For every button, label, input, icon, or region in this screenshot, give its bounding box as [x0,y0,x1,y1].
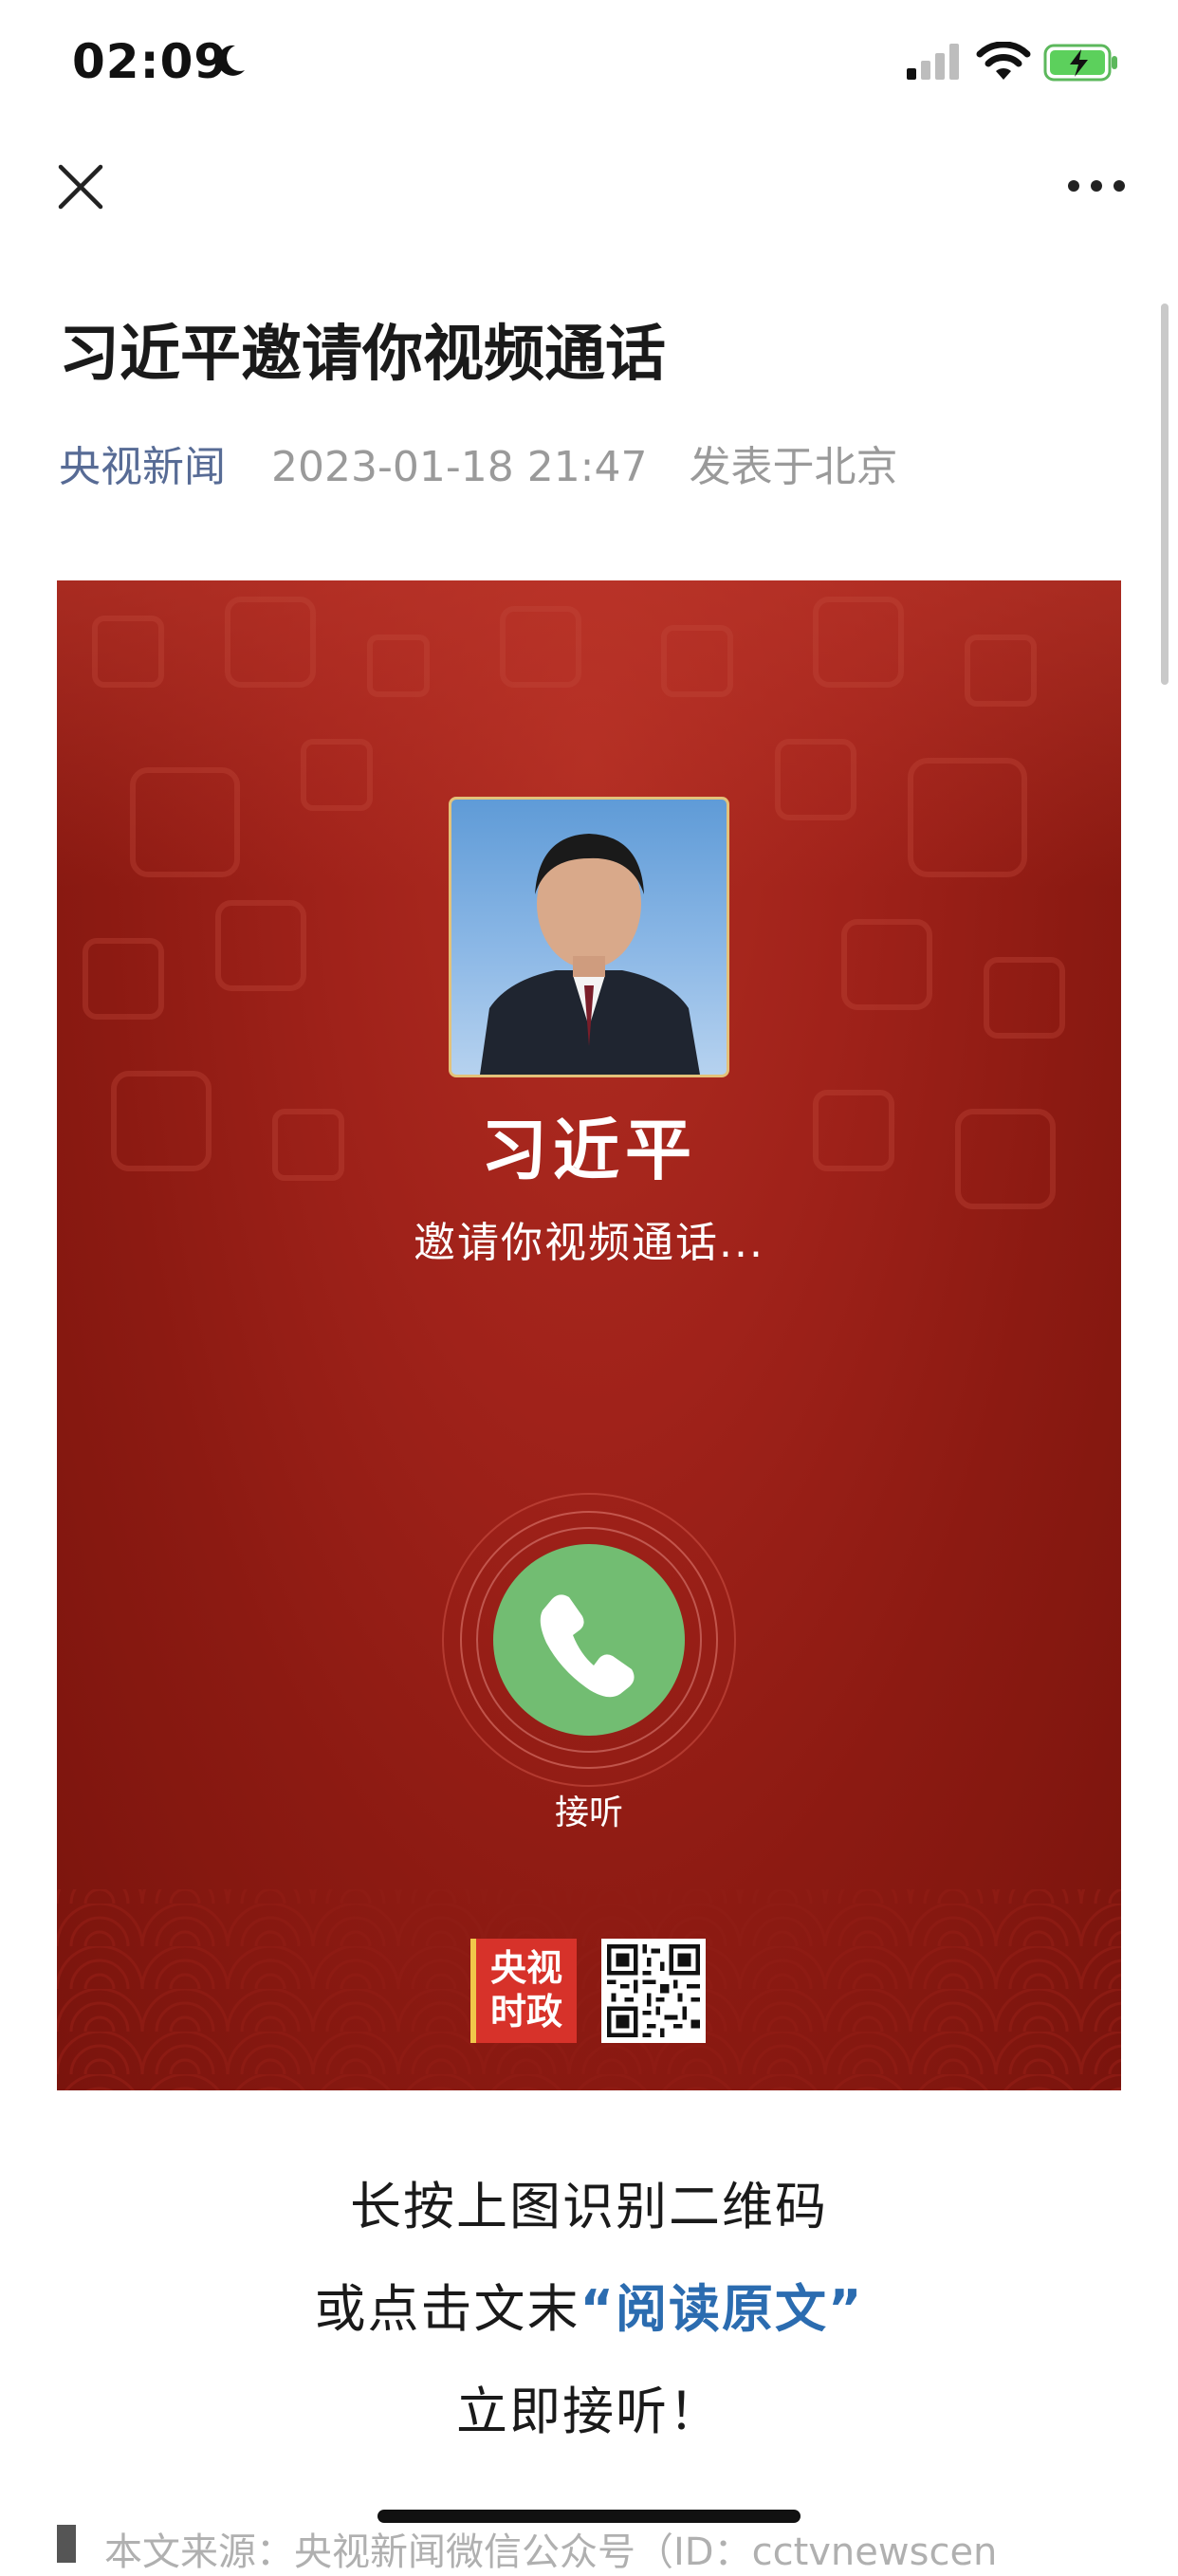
caller-subtitle: 邀请你视频通话... [414,1219,764,1267]
scrollbar[interactable] [1161,304,1169,685]
answer-call-button[interactable] [493,1544,685,1736]
caller-portrait [449,797,729,1077]
logo-text-top: 央视 [489,1947,562,1989]
signal-icon [907,44,959,80]
publish-date: 2023-01-18 21:47 [271,443,648,491]
battery-charging-icon [1043,44,1117,82]
instruction-line-2-prefix: 或点击文末 [314,2279,580,2339]
more-icon[interactable] [1066,175,1127,196]
qr-pattern [607,1944,700,2037]
article-meta: 央视新闻 2023-01-18 21:47 发表于北京 [59,432,898,493]
cctv-politics-logo: 央视 时政 [470,1939,577,2043]
instruction-line-2: 或点击文末“阅读原文” [0,2267,1178,2342]
instruction-line-1: 长按上图识别二维码 [350,2177,828,2236]
status-time: 02:09 [72,34,229,89]
call-poster-image[interactable]: 习近平 邀请你视频通话... 接听 央视 时政 [57,580,1121,2090]
caller-name: 习近平 [481,1112,697,1189]
read-original-link[interactable]: “阅读原文” [580,2279,864,2339]
instruction-line-3: 立即接听！ [456,2382,722,2441]
close-icon[interactable] [55,161,106,212]
phone-icon [540,1594,635,1698]
author-link[interactable]: 央视新闻 [59,443,226,491]
answer-label: 接听 [554,1794,623,1832]
source-marker [57,2525,76,2563]
publish-location: 发表于北京 [689,443,898,491]
logo-text-bottom: 时政 [489,1991,562,2033]
qr-code[interactable] [601,1939,706,2043]
article-title: 习近平邀请你视频通话 [59,320,666,390]
wifi-icon [976,42,1031,80]
home-indicator[interactable] [377,2510,801,2523]
portrait-silhouette [480,834,700,1075]
source-text: 本文来源：央视新闻微信公众号（ID：cctvnewscen [104,2530,998,2574]
moon-icon [217,45,245,76]
